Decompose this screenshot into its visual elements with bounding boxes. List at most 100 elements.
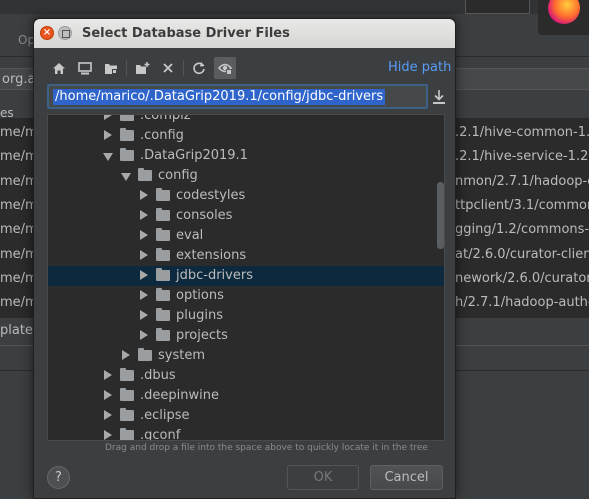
ide-list-item-right: nmon/2.7.1/hadoop-co xyxy=(455,173,589,189)
folder-icon xyxy=(120,368,134,381)
tree-node-label: extensions xyxy=(176,248,247,263)
help-button[interactable]: ? xyxy=(47,466,70,489)
ide-tool-box xyxy=(465,0,530,14)
tree-node-label: options xyxy=(176,288,224,303)
app-icon xyxy=(538,0,589,35)
project-icon[interactable] xyxy=(100,57,122,79)
chevron-down-icon[interactable] xyxy=(103,153,113,161)
folder-icon xyxy=(120,115,134,121)
tree-node-jdbc-drivers[interactable]: jdbc-drivers xyxy=(48,266,444,286)
folder-icon xyxy=(156,308,170,321)
tree-node-label: projects xyxy=(176,328,228,343)
folder-icon xyxy=(138,168,152,181)
download-icon[interactable] xyxy=(432,89,446,105)
dialog-titlebar: × Select Database Driver Files xyxy=(34,19,455,48)
tree-node-plugins[interactable]: plugins xyxy=(48,306,444,326)
ide-field-text: org.a xyxy=(2,72,36,87)
close-button[interactable]: × xyxy=(40,26,54,40)
maximize-button[interactable] xyxy=(58,26,72,40)
tree-node-label: .DataGrip2019.1 xyxy=(140,148,248,163)
chevron-right-icon[interactable] xyxy=(104,370,112,380)
show-hidden-icon[interactable] xyxy=(214,57,236,79)
tree-node-label: .deepinwine xyxy=(140,388,219,403)
ide-list-item-right: .2.1/hive-service-1.2.1.jar xyxy=(455,149,589,165)
chevron-right-icon[interactable] xyxy=(104,430,112,440)
folder-icon xyxy=(156,268,170,281)
chevron-right-icon[interactable] xyxy=(140,290,148,300)
tree-node-label: .dbus xyxy=(140,368,176,383)
chevron-right-icon[interactable] xyxy=(104,390,112,400)
ide-list-item-right: gging/1.2/commons-log xyxy=(455,222,589,238)
new-folder-icon[interactable] xyxy=(131,57,153,79)
tree-node-projects[interactable]: projects xyxy=(48,326,444,346)
folder-icon xyxy=(138,348,152,361)
ide-list-item-right: at/2.6.0/curator-client-2 xyxy=(455,246,589,262)
delete-icon[interactable] xyxy=(157,57,179,79)
dialog-title: Select Database Driver Files xyxy=(82,26,290,41)
file-tree[interactable]: .compiz .config .DataGrip2019.1 config codes… xyxy=(47,114,445,441)
chevron-right-icon[interactable] xyxy=(140,330,148,340)
cancel-button[interactable]: Cancel xyxy=(370,465,443,490)
tree-node-label: .compiz xyxy=(140,114,191,123)
chevron-right-icon[interactable] xyxy=(140,270,148,280)
tree-node-label: jdbc-drivers xyxy=(176,268,253,283)
chevron-right-icon[interactable] xyxy=(104,410,112,420)
chevron-down-icon[interactable] xyxy=(121,173,131,181)
folder-icon xyxy=(120,388,134,401)
tree-node-label: system xyxy=(158,348,205,363)
folder-icon xyxy=(120,128,134,141)
tree-node-label: eval xyxy=(176,228,204,243)
path-input[interactable]: /home/marico/.DataGrip2019.1/config/jdbc… xyxy=(47,84,428,109)
chevron-right-icon[interactable] xyxy=(104,115,112,120)
tree-node-label: .eclipse xyxy=(140,408,190,423)
folder-icon xyxy=(156,188,170,201)
tree-node-label: .gconf xyxy=(140,428,181,441)
folder-icon xyxy=(156,248,170,261)
ide-list-item-right: nework/2.6.0/curator-fr xyxy=(455,270,589,286)
tree-node-eval[interactable]: eval xyxy=(48,226,444,246)
ide-list-item-right: ttpclient/3.1/commons xyxy=(455,197,589,213)
tree-node-options[interactable]: options xyxy=(48,286,444,306)
tree-node-consoles[interactable]: consoles xyxy=(48,206,444,226)
chevron-right-icon[interactable] xyxy=(140,250,148,260)
tree-node-label: config xyxy=(158,168,198,183)
ide-title-strip xyxy=(0,0,540,14)
folder-icon xyxy=(156,328,170,341)
chevron-right-icon[interactable] xyxy=(140,210,148,220)
chevron-right-icon[interactable] xyxy=(140,190,148,200)
tree-node-dot-deepinwine[interactable]: .deepinwine xyxy=(48,386,444,406)
tree-node-label: .config xyxy=(140,128,184,143)
tree-node-extensions[interactable]: extensions xyxy=(48,246,444,266)
tree-node-dot-config[interactable]: .config xyxy=(48,126,444,146)
refresh-icon[interactable] xyxy=(188,57,210,79)
folder-icon xyxy=(156,208,170,221)
select-driver-dialog: × Select Database Driver Files Hide path… xyxy=(33,18,456,499)
tree-scrollbar[interactable] xyxy=(437,182,444,249)
chevron-right-icon[interactable] xyxy=(140,310,148,320)
ok-button[interactable]: OK xyxy=(287,465,359,490)
ide-list-item-right: .2.1/hive-common-1.2.1 xyxy=(455,125,589,140)
drag-drop-hint: Drag and drop a file into the space abov… xyxy=(105,443,428,453)
home-icon[interactable] xyxy=(48,57,70,79)
path-input-value: /home/marico/.DataGrip2019.1/config/jdbc… xyxy=(53,89,386,105)
chevron-right-icon[interactable] xyxy=(122,350,130,360)
tree-node-dot-compiz[interactable]: .compiz xyxy=(48,114,444,126)
folder-icon xyxy=(120,148,134,161)
chevron-right-icon[interactable] xyxy=(140,230,148,240)
tree-node-codestyles[interactable]: codestyles xyxy=(48,186,444,206)
tree-node-dot-datagrip2019-1[interactable]: .DataGrip2019.1 xyxy=(48,146,444,166)
tree-node-config[interactable]: config xyxy=(48,166,444,186)
desktop-icon[interactable] xyxy=(74,57,96,79)
folder-icon xyxy=(156,228,170,241)
tree-node-dot-dbus[interactable]: .dbus xyxy=(48,366,444,386)
folder-icon xyxy=(120,408,134,421)
folder-icon xyxy=(156,288,170,301)
tree-node-label: consoles xyxy=(176,208,233,223)
tree-node-system[interactable]: system xyxy=(48,346,444,366)
hide-path-link[interactable]: Hide path xyxy=(388,60,451,75)
tree-node-label: plugins xyxy=(176,308,223,323)
tree-node-dot-gconf[interactable]: .gconf xyxy=(48,426,444,441)
ide-list-item-right: h/2.7.1/hadoop-auth-2 xyxy=(455,295,589,311)
chevron-right-icon[interactable] xyxy=(104,130,112,140)
tree-node-dot-eclipse[interactable]: .eclipse xyxy=(48,406,444,426)
